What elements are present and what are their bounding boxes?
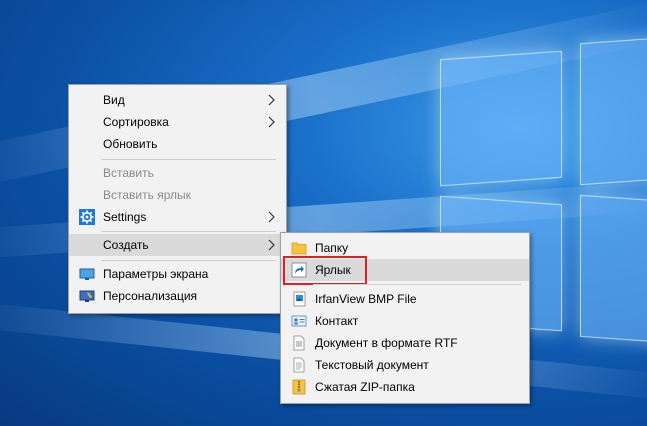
create-submenu: Папку Ярлык IrfanView BMP File Контакт Д… [280,232,530,404]
menu-item-create[interactable]: Создать [69,234,286,256]
submenu-item-zip-folder[interactable]: Сжатая ZIP-папка [281,376,529,398]
submenu-item-label: Папку [315,241,349,255]
text-document-icon [293,357,305,373]
zip-folder-icon [292,379,306,395]
submenu-item-rtf-document[interactable]: Документ в формате RTF [281,332,529,354]
chevron-right-icon [268,116,275,128]
folder-icon [291,242,307,255]
submenu-item-label: Контакт [315,314,359,328]
submenu-item-bmp-file[interactable]: IrfanView BMP File [281,288,529,310]
menu-item-label: Вставить [103,166,154,180]
menu-item-sort[interactable]: Сортировка [69,111,286,133]
menu-item-settings[interactable]: Settings [69,206,286,228]
submenu-item-text-document[interactable]: Текстовый документ [281,354,529,376]
bmp-file-icon [293,291,306,307]
menu-separator [101,159,276,160]
menu-item-display-settings[interactable]: Параметры экрана [69,263,286,285]
menu-separator [101,231,276,232]
menu-item-paste[interactable]: Вставить [69,162,286,184]
chevron-right-icon [268,94,275,106]
menu-item-personalization[interactable]: Персонализация [69,285,286,307]
menu-separator [313,284,521,285]
submenu-item-label: Текстовый документ [315,358,429,372]
menu-item-label: Параметры экрана [103,267,209,281]
menu-item-label: Settings [103,210,147,224]
menu-item-refresh[interactable]: Обновить [69,133,286,155]
menu-item-label: Обновить [103,137,158,151]
menu-item-label: Сортировка [103,115,169,129]
chevron-right-icon [268,211,275,223]
submenu-item-label: Сжатая ZIP-папка [315,380,415,394]
rtf-document-icon [293,335,305,351]
menu-item-label: Создать [103,238,149,252]
submenu-item-contact[interactable]: Контакт [281,310,529,332]
desktop-context-menu: Вид Сортировка Обновить Вставить Вставит… [68,84,287,314]
contact-icon [291,315,307,327]
submenu-item-label: Документ в формате RTF [315,336,458,350]
menu-separator [101,260,276,261]
personalization-icon [79,290,95,302]
menu-item-label: Вид [103,93,125,107]
highlight-frame [283,256,367,285]
menu-item-paste-shortcut[interactable]: Вставить ярлык [69,184,286,206]
menu-item-label: Персонализация [103,289,198,303]
menu-item-label: Вставить ярлык [103,188,191,202]
menu-item-view[interactable]: Вид [69,89,286,111]
chevron-right-icon [268,239,275,251]
display-icon [79,268,95,280]
submenu-item-label: IrfanView BMP File [315,292,417,306]
gear-icon [79,209,95,225]
